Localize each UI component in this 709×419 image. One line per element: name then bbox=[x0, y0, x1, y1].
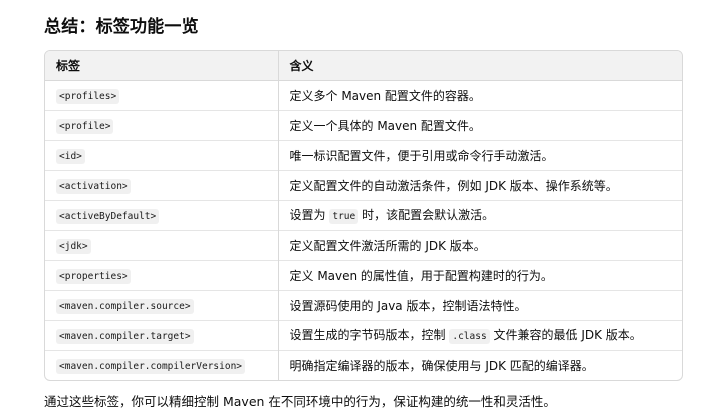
tag-code: <maven.compiler.source> bbox=[56, 298, 194, 314]
table-row: <activation> 定义配置文件的自动激活条件，例如 JDK 版本、操作系… bbox=[45, 170, 682, 201]
tag-description: 定义配置文件的自动激活条件，例如 JDK 版本、操作系统等。 bbox=[277, 170, 682, 201]
tag-description: 定义多个 Maven 配置文件的容器。 bbox=[277, 80, 682, 111]
table-row: <profiles> 定义多个 Maven 配置文件的容器。 bbox=[45, 80, 682, 111]
tag-description: 设置生成的字节码版本，控制 .class 文件兼容的最低 JDK 版本。 bbox=[277, 320, 682, 351]
tag-description: 定义 Maven 的属性值，用于配置构建时的行为。 bbox=[277, 260, 682, 291]
tag-code: <maven.compiler.compilerVersion> bbox=[56, 358, 246, 374]
table-row: <profile> 定义一个具体的 Maven 配置文件。 bbox=[45, 110, 682, 141]
tag-code: <id> bbox=[56, 148, 85, 164]
table-row: <activeByDefault> 设置为 true 时，该配置会默认激活。 bbox=[45, 200, 682, 231]
inline-code: true bbox=[329, 208, 359, 224]
tag-code: <activeByDefault> bbox=[56, 208, 160, 224]
tag-description: 唯一标识配置文件，便于引用或命令行手动激活。 bbox=[277, 140, 682, 171]
table-row: <maven.compiler.compilerVersion> 明确指定编译器… bbox=[45, 350, 682, 380]
header-meaning: 含义 bbox=[277, 51, 682, 81]
tag-description: 定义一个具体的 Maven 配置文件。 bbox=[277, 110, 682, 141]
header-tag: 标签 bbox=[45, 51, 278, 81]
tag-description: 设置源码使用的 Java 版本，控制语法特性。 bbox=[277, 290, 682, 321]
section-heading: 总结：标签功能一览 bbox=[44, 17, 199, 37]
table-header-row: 标签 含义 bbox=[45, 51, 682, 81]
tag-code: <profile> bbox=[56, 118, 114, 134]
tag-description: 设置为 true 时，该配置会默认激活。 bbox=[277, 200, 682, 231]
table-row: <maven.compiler.source> 设置源码使用的 Java 版本，… bbox=[45, 290, 682, 321]
tag-description: 定义配置文件激活所需的 JDK 版本。 bbox=[277, 230, 682, 261]
tag-code: <jdk> bbox=[56, 238, 91, 254]
table-row: <id> 唯一标识配置文件，便于引用或命令行手动激活。 bbox=[45, 140, 682, 171]
table-row: <properties> 定义 Maven 的属性值，用于配置构建时的行为。 bbox=[45, 260, 682, 291]
table-row: <maven.compiler.target> 设置生成的字节码版本，控制 .c… bbox=[45, 320, 682, 351]
inline-code: .class bbox=[449, 328, 490, 344]
tag-description: 明确指定编译器的版本，确保使用与 JDK 匹配的编译器。 bbox=[277, 350, 682, 380]
tag-code: <maven.compiler.target> bbox=[56, 328, 194, 344]
tag-code: <profiles> bbox=[56, 88, 120, 104]
tag-table: 标签 含义 <profiles> 定义多个 Maven 配置文件的容器。 <pr… bbox=[44, 50, 683, 381]
tag-code: <activation> bbox=[56, 178, 131, 194]
summary-paragraph: 通过这些标签，你可以精细控制 Maven 在不同环境中的行为，保证构建的统一性和… bbox=[44, 394, 556, 409]
table-row: <jdk> 定义配置文件激活所需的 JDK 版本。 bbox=[45, 230, 682, 261]
tag-code: <properties> bbox=[56, 268, 131, 284]
